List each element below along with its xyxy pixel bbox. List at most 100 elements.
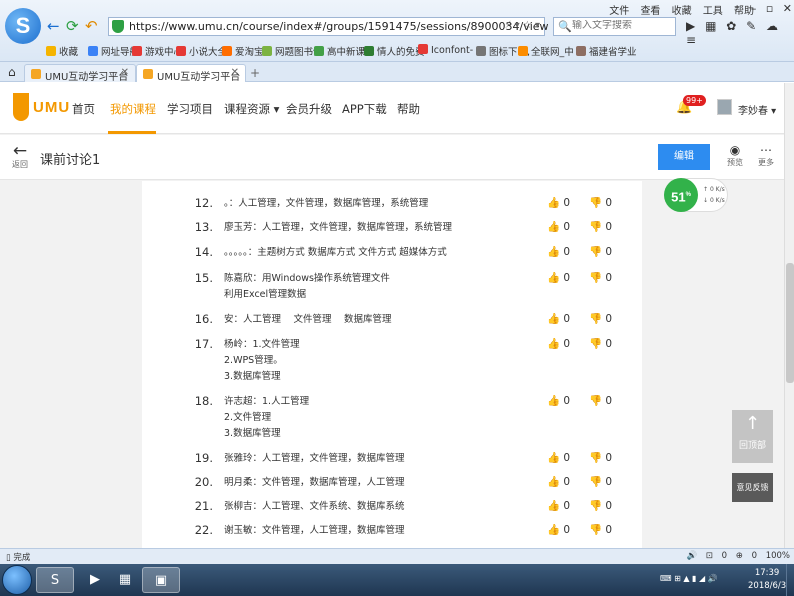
- bookmark-item[interactable]: 收藏: [46, 44, 78, 58]
- bookmark-favicon-icon: [476, 46, 486, 56]
- nav-app-download[interactable]: APP下载: [342, 101, 387, 117]
- url-text: https://www.umu.cn/course/index#/groups/…: [129, 20, 549, 33]
- thumbs-down-icon: 👎: [589, 500, 603, 512]
- clock[interactable]: 17:39 2018/6/3: [748, 567, 786, 593]
- thumbs-up-icon: 👍: [547, 181, 560, 182]
- refresh-icon[interactable]: ⟳: [66, 18, 79, 34]
- back-button[interactable]: ← 返回: [12, 143, 28, 170]
- like-button[interactable]: 👍 0: [547, 196, 570, 209]
- like-button[interactable]: 👍 0: [547, 220, 570, 233]
- tab-close-icon[interactable]: ✕: [231, 67, 239, 78]
- feedback-button[interactable]: 意见反馈: [732, 473, 773, 502]
- bookmark-item[interactable]: 情人的免费: [364, 44, 425, 58]
- dislike-button[interactable]: 👎 0: [589, 475, 612, 488]
- address-tools-icon[interactable]: ⚡ ▾ ☆ ▾: [504, 20, 540, 31]
- thumbs-up-icon: 👍: [547, 395, 561, 407]
- dislike-button[interactable]: 👎 0: [589, 523, 612, 536]
- menu-tools[interactable]: 工具: [703, 6, 723, 17]
- browser-tab-1[interactable]: UMU互动学习平台 ✕: [24, 64, 136, 83]
- dislike-button[interactable]: 👎 0: [589, 220, 612, 233]
- taskbar-app-grid[interactable]: ▦: [106, 567, 144, 593]
- like-button[interactable]: 👍 0: [547, 499, 570, 512]
- entry-number: 19.: [194, 451, 213, 465]
- like-button[interactable]: 👍 0: [547, 451, 570, 464]
- thumbs-down-icon: 👎: [589, 395, 603, 407]
- like-button[interactable]: 👍 0: [547, 475, 570, 488]
- home-icon[interactable]: ⌂: [8, 65, 16, 79]
- start-button[interactable]: [2, 565, 32, 595]
- nav-upgrade[interactable]: 会员升级: [286, 101, 332, 117]
- edit-button[interactable]: 编辑: [658, 144, 710, 170]
- entry-text: 。。。。。：主题树方式 数据库方式 文件方式 超媒体方式: [224, 247, 447, 258]
- bookmark-item[interactable]: Iconfont-: [418, 44, 473, 56]
- nav-projects[interactable]: 学习项目: [167, 101, 213, 117]
- back-arrow-icon[interactable]: ←: [47, 18, 60, 34]
- browser-search[interactable]: 🔍: [553, 17, 676, 36]
- page-scrollbar[interactable]: [784, 83, 794, 548]
- avatar[interactable]: [717, 99, 732, 115]
- undo-icon[interactable]: ↶: [85, 18, 98, 34]
- dislike-button[interactable]: 👎 0: [589, 451, 612, 464]
- bookmark-item[interactable]: 全联网_中: [518, 44, 574, 58]
- like-button[interactable]: 👍 0: [547, 394, 570, 407]
- show-desktop-button[interactable]: [786, 564, 794, 596]
- status-bar: ▯ 完成 🔊 ⊡ 0 ⊕ 0 100%: [0, 548, 794, 564]
- menu-file[interactable]: 文件: [609, 6, 629, 17]
- zoom-level[interactable]: 100%: [766, 551, 790, 561]
- system-tray: ⌨ ⊞ ▲ ▮ ◢ 🔊: [660, 574, 718, 583]
- entry-text: 安：人工管理 文件管理 数据库管理: [224, 314, 392, 325]
- dislike-button[interactable]: 👎 0: [589, 271, 612, 284]
- security-shield-icon: [112, 20, 124, 33]
- nav-help[interactable]: 帮助: [397, 101, 420, 117]
- like-button[interactable]: 👍 0: [547, 181, 570, 182]
- cloud-icon[interactable]: ☁: [766, 19, 778, 33]
- network-speed-widget[interactable]: 51% ↑ 0 K/s ↓ 0 K/s: [664, 178, 728, 212]
- dislike-button[interactable]: 👎 0: [589, 245, 612, 258]
- more-button[interactable]: ⋯ 更多: [758, 143, 774, 168]
- back-to-top-button[interactable]: ↑ 回顶部: [732, 410, 773, 463]
- grid-icon[interactable]: ▦: [705, 19, 716, 33]
- entry-text: 。：人工管理，文件管理，数据库管理，系统管理: [224, 198, 429, 209]
- like-button[interactable]: 👍 0: [547, 523, 570, 536]
- dislike-button[interactable]: 👎 0: [589, 181, 612, 182]
- search-input[interactable]: [572, 20, 672, 31]
- dislike-button[interactable]: 👎 0: [589, 394, 612, 407]
- entry-text: 廖玉芳：人工管理，文件管理，数据库管理，系统管理: [224, 222, 453, 233]
- like-button[interactable]: 👍 0: [547, 337, 570, 350]
- counter-2: ⊕ 0: [735, 551, 757, 561]
- entry-text: 陈嘉欣：用Windows操作系统管理文件 利用Excel管理数据: [224, 273, 390, 300]
- like-button[interactable]: 👍 0: [547, 271, 570, 284]
- active-nav-indicator: [108, 131, 156, 134]
- new-tab-icon[interactable]: +: [250, 66, 260, 80]
- bookmark-item[interactable]: 小说大全: [176, 44, 227, 58]
- like-button[interactable]: 👍 0: [547, 312, 570, 325]
- browser-tab-2[interactable]: UMU互动学习平台 ✕: [136, 64, 246, 83]
- menu-favorites[interactable]: 收藏: [672, 6, 692, 17]
- dislike-button[interactable]: 👎 0: [589, 196, 612, 209]
- key-icon[interactable]: ✎: [746, 19, 756, 33]
- play-icon[interactable]: ▶: [686, 19, 695, 33]
- address-bar[interactable]: https://www.umu.cn/course/index#/groups/…: [108, 17, 549, 36]
- maximize-icon[interactable]: ▫: [766, 2, 773, 15]
- dislike-button[interactable]: 👎 0: [589, 337, 612, 350]
- taskbar-browser[interactable]: S: [36, 567, 74, 593]
- nav-home[interactable]: 首页: [72, 101, 95, 117]
- entry-number: 12.: [194, 196, 213, 210]
- preview-button[interactable]: ◉ 预览: [727, 143, 743, 168]
- leaf-icon[interactable]: ✿: [726, 19, 736, 33]
- close-icon[interactable]: ✕: [783, 2, 792, 15]
- nav-resources[interactable]: 课程资源 ▾: [224, 101, 279, 117]
- dislike-button[interactable]: 👎 0: [589, 312, 612, 325]
- taskbar-powerpoint[interactable]: ▣: [142, 567, 180, 593]
- bookmark-item[interactable]: 爱淘宝: [222, 44, 264, 58]
- thumbs-down-icon: 👎: [589, 338, 603, 350]
- sound-icon[interactable]: 🔊: [686, 551, 697, 561]
- menu-view[interactable]: 查看: [640, 6, 660, 17]
- dislike-button[interactable]: 👎 0: [589, 499, 612, 512]
- user-menu[interactable]: 李妙春 ▾: [738, 102, 776, 117]
- nav-my-courses[interactable]: 我的课程: [110, 101, 156, 117]
- minimize-icon[interactable]: –: [751, 2, 757, 15]
- tab-close-icon[interactable]: ✕: [121, 67, 129, 78]
- like-button[interactable]: 👍 0: [547, 245, 570, 258]
- bookmark-item[interactable]: 福建省学业: [576, 44, 637, 58]
